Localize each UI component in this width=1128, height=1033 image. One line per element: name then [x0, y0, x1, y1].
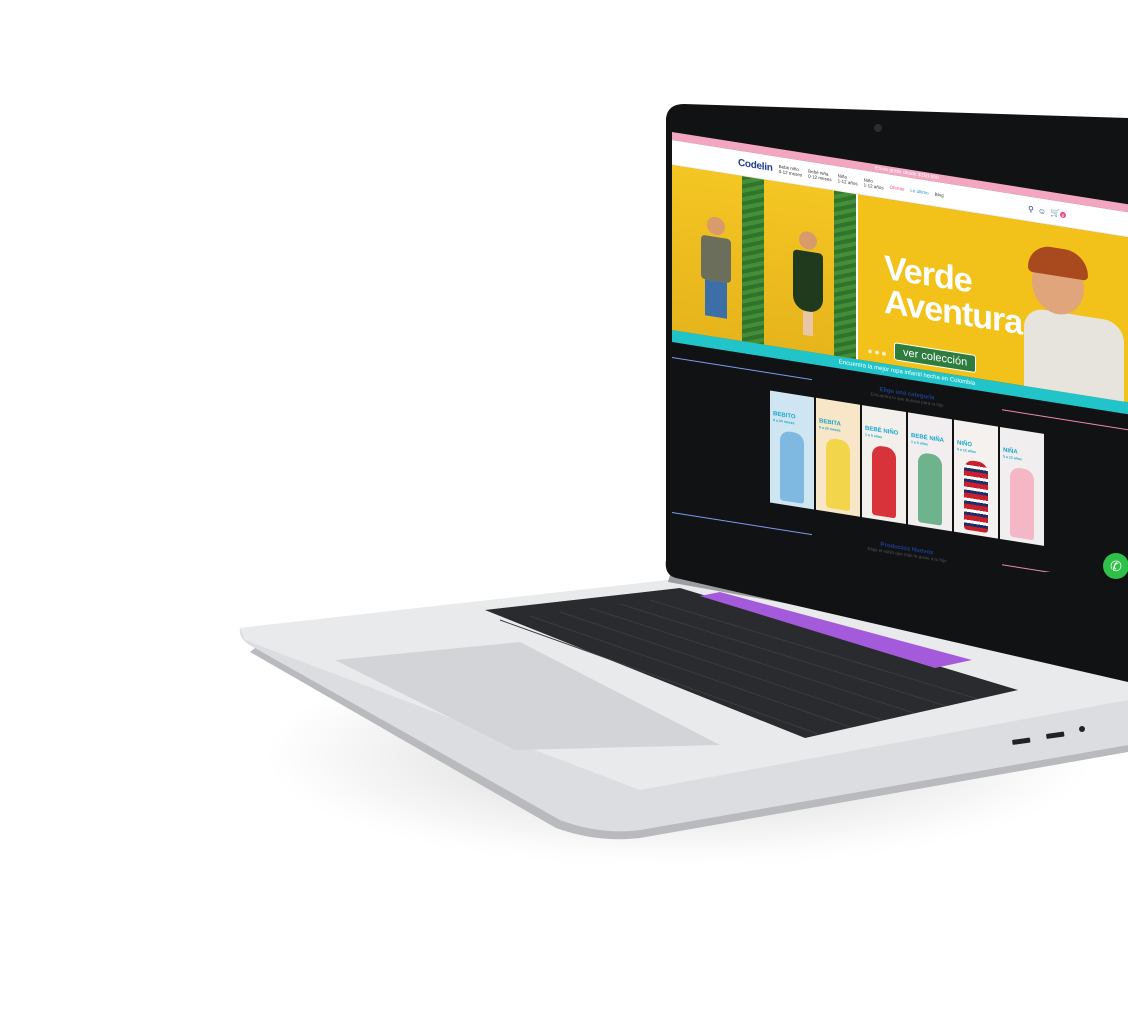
kid-figure [788, 228, 828, 344]
nav-item-lo-ultimo[interactable]: Lo último [910, 187, 928, 195]
category-card-bebito[interactable]: BEBITO 0 a 24 meses [770, 390, 814, 510]
category-card-bebe-nino[interactable]: BEBÉ NIÑO 1 a 5 años [862, 405, 906, 525]
category-card-bebe-nina[interactable]: BEBÉ NIÑA 1 a 5 años [908, 412, 952, 532]
kid-figure [780, 430, 804, 504]
hero-title: Verde Aventura [884, 249, 1022, 343]
nav-icons: ⚲ ☺ 🛒 0 [1028, 204, 1066, 219]
display: Envío gratis desde $150.000 Codelin Bebé… [672, 132, 1128, 572]
category-card-bebita[interactable]: BEBITA 0 a 24 meses [816, 397, 860, 517]
whatsapp-icon: ✆ [1110, 557, 1122, 574]
nav-item-nino[interactable]: Niño 1-12 años [864, 177, 884, 190]
hero-photo-girl [764, 179, 858, 360]
cart-count-badge: 0 [1060, 211, 1066, 219]
website: Envío gratis desde $150.000 Codelin Bebé… [672, 132, 1128, 572]
nav-item-bebe-nina[interactable]: Bebé niña 0-12 meses [808, 169, 832, 183]
category-label: BEBÉ NIÑA 1 a 5 años [911, 432, 945, 447]
kid-figure [1010, 466, 1034, 541]
palm-decoration [742, 176, 764, 345]
kid-figure [826, 437, 850, 512]
divider-line [672, 512, 812, 536]
kid-figure [696, 214, 736, 330]
nav-item-nina[interactable]: Niña 1-12 años [838, 173, 858, 186]
nav-item-ofertas[interactable]: Ofertas [890, 184, 905, 191]
category-label: BEBITO 0 a 24 meses [773, 410, 796, 426]
user-icon[interactable]: ☺ [1038, 205, 1046, 215]
category-label: BEBITA 0 a 24 meses [819, 418, 841, 433]
laptop-mockup-scene: Envío gratis desde $150.000 Codelin Bebé… [0, 0, 1128, 1033]
kid-figure [872, 444, 896, 519]
nav-item-bebe-nino[interactable]: Bebé niño 0-12 meses [779, 164, 803, 178]
search-icon[interactable]: ⚲ [1028, 204, 1034, 214]
carousel-dot[interactable] [882, 351, 886, 356]
category-card-nino[interactable]: NIÑO 5 a 12 años [954, 419, 998, 539]
category-label: BEBÉ NIÑO 1 a 5 años [865, 425, 899, 440]
nav-item-blog[interactable]: Blog [935, 191, 944, 197]
category-label: NIÑO 5 a 12 años [957, 440, 976, 455]
carousel-dot[interactable] [875, 350, 879, 355]
category-card-nina[interactable]: NIÑA 5 a 12 años [1000, 426, 1044, 546]
hero-photo-boy-peace [1012, 239, 1128, 405]
category-label: NIÑA 5 a 12 años [1003, 447, 1022, 462]
divider-line [1002, 409, 1128, 433]
carousel-dot[interactable] [868, 349, 872, 354]
carousel-dots[interactable] [868, 349, 886, 356]
whatsapp-chat-button[interactable]: ✆ [1103, 553, 1128, 579]
logo[interactable]: Codelin [738, 157, 773, 173]
cart-icon[interactable]: 🛒 0 [1050, 207, 1066, 219]
palm-decoration [834, 190, 856, 360]
camera-icon [874, 124, 882, 132]
hero-photo-boy [672, 165, 766, 345]
kid-figure [918, 451, 942, 526]
kid-figure [964, 459, 988, 534]
